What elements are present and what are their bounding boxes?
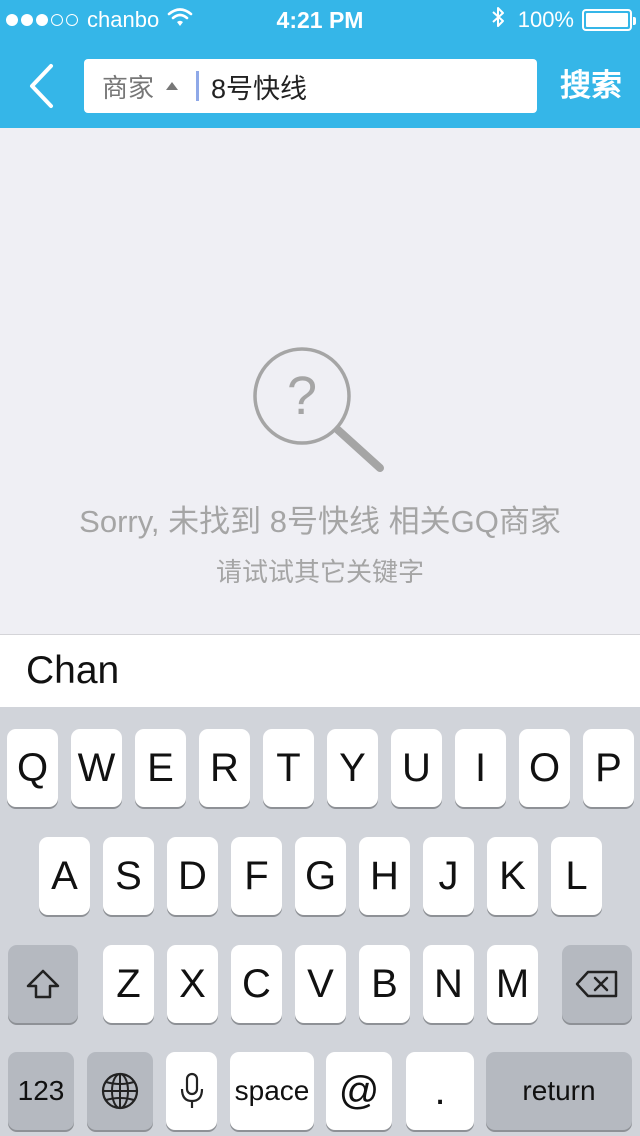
battery-icon	[582, 9, 636, 31]
keyboard: 123 space @ . return QWERTYUIOP ASDFGHJKL…	[0, 707, 640, 1136]
search-box[interactable]: 商家 8号快线	[84, 59, 537, 113]
shift-icon	[26, 969, 60, 999]
key-l[interactable]: L	[551, 837, 602, 915]
shift-key[interactable]	[8, 945, 78, 1023]
text-cursor	[196, 71, 200, 101]
key-d[interactable]: D	[167, 837, 218, 915]
empty-message: Sorry, 未找到 8号快线 相关GQ商家	[79, 504, 561, 539]
key-v[interactable]: V	[295, 945, 346, 1023]
key-e[interactable]: E	[135, 729, 186, 807]
signal-dot	[21, 14, 33, 26]
signal-dot	[36, 14, 48, 26]
key-w[interactable]: W	[71, 729, 122, 807]
globe-key[interactable]	[87, 1052, 153, 1130]
at-key[interactable]: @	[326, 1052, 392, 1130]
battery-area: 100%	[490, 5, 636, 35]
signal-dot	[6, 14, 18, 26]
key-y[interactable]: Y	[327, 729, 378, 807]
signal-dot	[66, 14, 78, 26]
key-c[interactable]: C	[231, 945, 282, 1023]
empty-hint: 请试试其它关键字	[215, 557, 424, 587]
space-key[interactable]: space	[230, 1052, 314, 1130]
return-key[interactable]: return	[486, 1052, 632, 1130]
chevron-left-icon	[30, 64, 53, 108]
delete-key[interactable]	[562, 945, 632, 1023]
key-g[interactable]: G	[295, 837, 346, 915]
scope-dropdown[interactable]: 商家	[84, 59, 179, 113]
key-k[interactable]: K	[487, 837, 538, 915]
signal-dot	[51, 14, 63, 26]
suggestion-text[interactable]: Chan	[26, 649, 119, 693]
signal-area: chanbo	[6, 6, 193, 34]
key-x[interactable]: X	[167, 945, 218, 1023]
bluetooth-icon	[490, 5, 506, 35]
key-s[interactable]: S	[103, 837, 154, 915]
key-j[interactable]: J	[423, 837, 474, 915]
key-h[interactable]: H	[359, 837, 410, 915]
empty-state: ? Sorry, 未找到 8号快线 相关GQ商家 请试试其它关键字	[0, 128, 640, 634]
microphone-icon	[180, 1072, 203, 1108]
battery-fill	[586, 13, 628, 27]
numbers-key[interactable]: 123	[8, 1052, 74, 1130]
key-o[interactable]: O	[519, 729, 570, 807]
top-bar: chanbo 4:21 PM 100% 商家 8号快线 搜索	[0, 0, 640, 128]
status-bar: chanbo 4:21 PM 100%	[0, 0, 640, 40]
key-q[interactable]: Q	[7, 729, 58, 807]
back-button[interactable]	[20, 60, 64, 112]
dictation-key[interactable]	[166, 1052, 217, 1130]
key-n[interactable]: N	[423, 945, 474, 1023]
key-f[interactable]: F	[231, 837, 282, 915]
key-p[interactable]: P	[583, 729, 634, 807]
svg-text:?: ?	[287, 366, 317, 426]
key-a[interactable]: A	[39, 837, 90, 915]
key-r[interactable]: R	[199, 729, 250, 807]
autocorrect-bar: Chan	[0, 634, 640, 707]
battery-percent: 100%	[517, 7, 574, 32]
search-button[interactable]: 搜索	[560, 62, 622, 110]
scope-label: 商家	[102, 72, 155, 103]
backspace-icon	[575, 970, 618, 998]
globe-icon	[101, 1072, 139, 1110]
question-search-icon: ?	[253, 347, 384, 472]
nav-bar: 商家 8号快线 搜索	[0, 40, 640, 128]
key-z[interactable]: Z	[103, 945, 154, 1023]
key-b[interactable]: B	[359, 945, 410, 1023]
triangle-up-icon	[166, 82, 179, 90]
key-m[interactable]: M	[487, 945, 538, 1023]
period-key[interactable]: .	[406, 1052, 474, 1130]
key-t[interactable]: T	[263, 729, 314, 807]
wifi-icon	[167, 7, 193, 33]
carrier-name: chanbo	[87, 7, 160, 32]
search-input[interactable]: 8号快线	[211, 67, 307, 106]
key-i[interactable]: I	[455, 729, 506, 807]
key-u[interactable]: U	[391, 729, 442, 807]
